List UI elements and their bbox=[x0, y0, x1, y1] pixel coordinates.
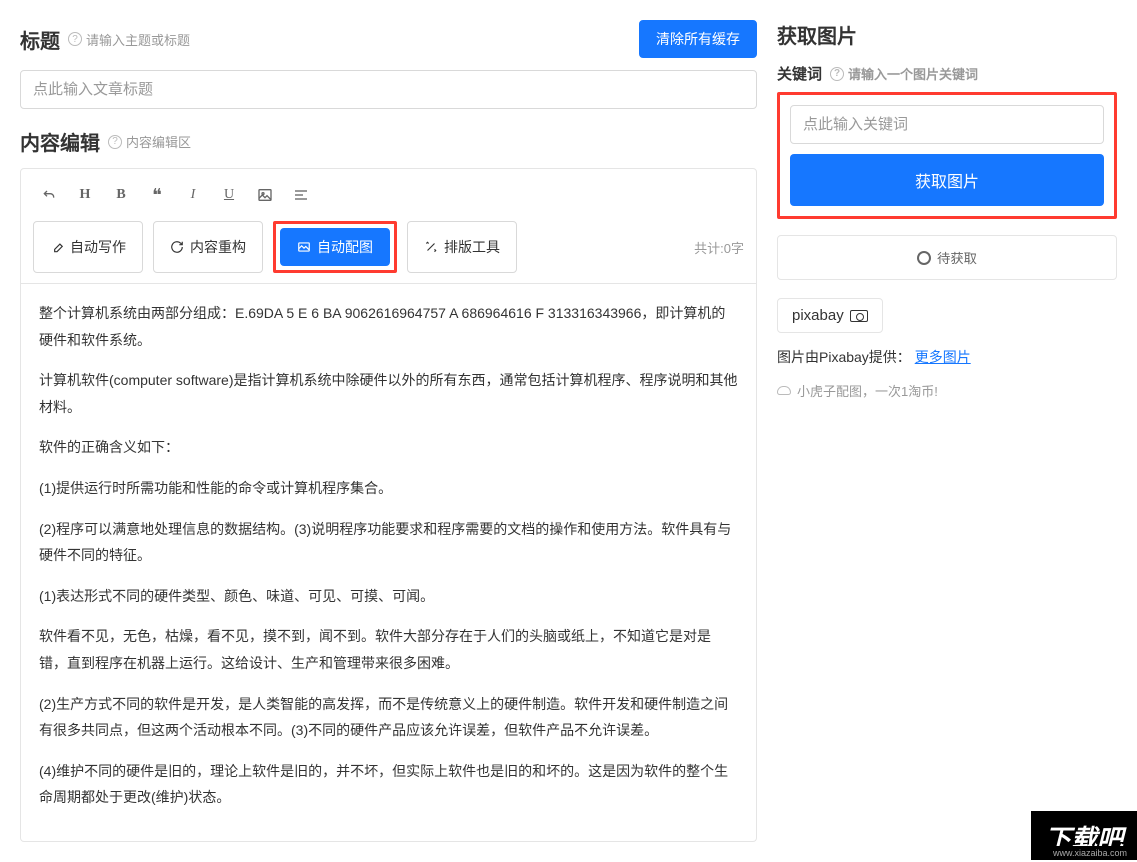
circle-icon bbox=[917, 251, 931, 265]
underline-icon[interactable]: U bbox=[213, 179, 245, 211]
restructure-button[interactable]: 内容重构 bbox=[153, 221, 263, 273]
editor-paragraph: (2)生产方式不同的软件是开发，是人类智能的高发挥，而不是传统意义上的硬件制造。… bbox=[39, 691, 738, 744]
layout-tool-button[interactable]: 排版工具 bbox=[407, 221, 517, 273]
content-heading: 内容编辑 bbox=[20, 127, 100, 156]
watermark-url: www.xiazaiba.com bbox=[1043, 846, 1137, 860]
info-icon: ? bbox=[108, 135, 122, 149]
clear-cache-button[interactable]: 清除所有缓存 bbox=[639, 20, 757, 58]
bold-icon[interactable]: B bbox=[105, 179, 137, 211]
image-icon[interactable] bbox=[249, 179, 281, 211]
pencil-icon bbox=[50, 240, 64, 254]
heading-icon[interactable]: H bbox=[69, 179, 101, 211]
editor-toolbar: H B ❝ I U 自动写作 内容重构 bbox=[20, 168, 757, 284]
editor-paragraph: 整个计算机系统由两部分组成：E.69DA 5 E 6 BA 9062616964… bbox=[39, 300, 738, 353]
title-hint: ? 请输入主题或标题 bbox=[68, 30, 190, 49]
editor-body[interactable]: 整个计算机系统由两部分组成：E.69DA 5 E 6 BA 9062616964… bbox=[20, 284, 757, 842]
refresh-icon bbox=[170, 240, 184, 254]
quote-icon[interactable]: ❝ bbox=[141, 179, 173, 211]
pixabay-badge: pixabay bbox=[777, 298, 883, 333]
editor-paragraph: (1)表达形式不同的硬件类型、颜色、味道、可见、可摸、可闻。 bbox=[39, 583, 738, 610]
keyword-label-row: 关键词 ? 请输入一个图片关键词 bbox=[777, 63, 1117, 84]
editor-paragraph: 计算机软件(computer software)是指计算机系统中除硬件以外的所有… bbox=[39, 367, 738, 420]
more-images-link[interactable]: 更多图片 bbox=[915, 349, 971, 365]
keyword-highlight: 获取图片 bbox=[777, 92, 1117, 219]
keyword-label: 关键词 bbox=[777, 63, 822, 84]
provider-text: 图片由Pixabay提供： 更多图片 bbox=[777, 347, 1117, 367]
image-match-icon bbox=[297, 240, 311, 254]
keyword-input[interactable] bbox=[790, 105, 1104, 144]
auto-image-highlight: 自动配图 bbox=[273, 221, 397, 273]
editor-paragraph: 软件的正确含义如下： bbox=[39, 434, 738, 461]
info-icon: ? bbox=[68, 32, 82, 46]
auto-write-button[interactable]: 自动写作 bbox=[33, 221, 143, 273]
editor-paragraph: (4)维护不同的硬件是旧的，理论上软件是旧的，并不坏，但实际上软件也是旧的和坏的… bbox=[39, 758, 738, 811]
fetch-image-button[interactable]: 获取图片 bbox=[790, 154, 1104, 206]
align-icon[interactable] bbox=[285, 179, 317, 211]
auto-image-button[interactable]: 自动配图 bbox=[280, 228, 390, 266]
editor-paragraph: (2)程序可以满意地处理信息的数据结构。(3)说明程序功能要求和程序需要的文档的… bbox=[39, 516, 738, 569]
coin-note: 小虎子配图，一次1淘币! bbox=[777, 381, 1117, 400]
title-heading: 标题 bbox=[20, 25, 60, 54]
content-hint: ? 内容编辑区 bbox=[108, 132, 191, 151]
wand-icon bbox=[424, 240, 438, 254]
undo-icon[interactable] bbox=[33, 179, 65, 211]
fetch-status-button[interactable]: 待获取 bbox=[777, 235, 1117, 280]
editor-paragraph: 软件看不见，无色，枯燥，看不见，摸不到，闻不到。软件大部分存在于人们的头脑或纸上… bbox=[39, 623, 738, 676]
camera-icon bbox=[850, 310, 868, 322]
cloud-icon bbox=[777, 386, 791, 395]
article-title-input[interactable] bbox=[20, 70, 757, 109]
info-icon: ? bbox=[830, 67, 844, 81]
italic-icon[interactable]: I bbox=[177, 179, 209, 211]
title-header: 标题 ? 请输入主题或标题 清除所有缓存 bbox=[20, 20, 757, 58]
image-panel-heading: 获取图片 bbox=[777, 20, 1117, 49]
editor-paragraph: (1)提供运行时所需功能和性能的命令或计算机程序集合。 bbox=[39, 475, 738, 502]
char-count: 共计:0字 bbox=[694, 238, 744, 257]
